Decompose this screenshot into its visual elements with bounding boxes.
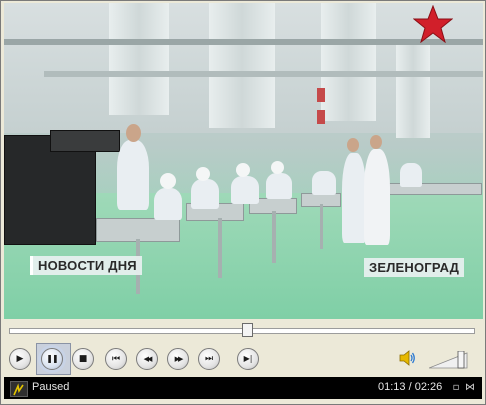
worker <box>154 188 182 220</box>
media-player-window: НОВОСТИ ДНЯ ЗЕЛЕНОГРАД ▶ ❚❚ ■ ⏮ ◀◀ ▶▶ ⏭ … <box>0 0 486 405</box>
seek-thumb[interactable] <box>242 323 254 337</box>
wall-marker <box>317 88 325 102</box>
bench-leg <box>272 211 276 263</box>
pause-icon: ❚❚ <box>46 354 58 363</box>
play-button[interactable]: ▶ <box>9 348 31 370</box>
next-button[interactable]: ⏭ <box>198 348 220 370</box>
pause-button[interactable]: ❚❚ <box>41 348 63 370</box>
stop-icon: ■ <box>78 353 88 364</box>
fast-forward-button[interactable]: ▶▶ <box>167 348 189 370</box>
volume-icon[interactable] <box>398 349 416 367</box>
compact-mode-icon[interactable]: ⋈ <box>463 381 477 395</box>
playback-time: 01:13 / 02:26 <box>378 381 443 393</box>
news-caption: НОВОСТИ ДНЯ <box>30 256 142 275</box>
status-bar: Paused 01:13 / 02:26 ▫ ⋈ <box>4 377 482 399</box>
skip-forward-icon: ⏭ <box>204 353 214 364</box>
ceiling-beam <box>4 39 483 45</box>
worker <box>231 176 259 204</box>
worker-cap <box>160 173 176 189</box>
playback-state: Paused <box>32 381 70 393</box>
volume-slider[interactable] <box>429 351 469 369</box>
machine <box>50 130 120 152</box>
air-duct <box>321 3 376 121</box>
worker <box>266 173 292 199</box>
worker <box>312 171 336 195</box>
worker-cap <box>271 161 284 174</box>
red-star-icon <box>413 5 453 43</box>
play-icon: ▶ <box>16 353 24 364</box>
worker <box>400 163 422 187</box>
worker <box>117 140 149 210</box>
video-frame[interactable]: НОВОСТИ ДНЯ ЗЕЛЕНОГРАД <box>4 3 483 319</box>
worker-head <box>347 138 359 152</box>
rewind-button[interactable]: ◀◀ <box>136 348 158 370</box>
ceiling-beam <box>44 71 483 77</box>
air-duct <box>209 3 275 128</box>
workbench <box>384 183 482 195</box>
playlist-toggle-icon[interactable]: ▫ <box>449 381 463 395</box>
air-duct <box>109 3 169 115</box>
previous-button[interactable]: ⏮ <box>105 348 127 370</box>
frame-step-icon: ▶| <box>243 354 253 363</box>
worker-head <box>126 124 141 142</box>
stop-button[interactable]: ■ <box>72 348 94 370</box>
worker-cap <box>196 167 210 181</box>
worker-cap <box>236 163 250 177</box>
worker <box>342 153 366 243</box>
worker <box>364 149 390 245</box>
frame-step-button[interactable]: ▶| <box>237 348 259 370</box>
bench-leg <box>218 218 222 278</box>
player-logo-icon <box>10 381 28 397</box>
location-caption: ЗЕЛЕНОГРАД <box>364 258 465 277</box>
bench-leg <box>320 204 323 249</box>
fast-forward-icon: ▶▶ <box>174 354 184 363</box>
rewind-icon: ◀◀ <box>143 354 153 363</box>
air-duct <box>396 43 430 138</box>
wall-marker <box>317 110 325 124</box>
worker <box>191 179 219 209</box>
worker-head <box>370 135 382 149</box>
skip-back-icon: ⏮ <box>111 353 121 364</box>
